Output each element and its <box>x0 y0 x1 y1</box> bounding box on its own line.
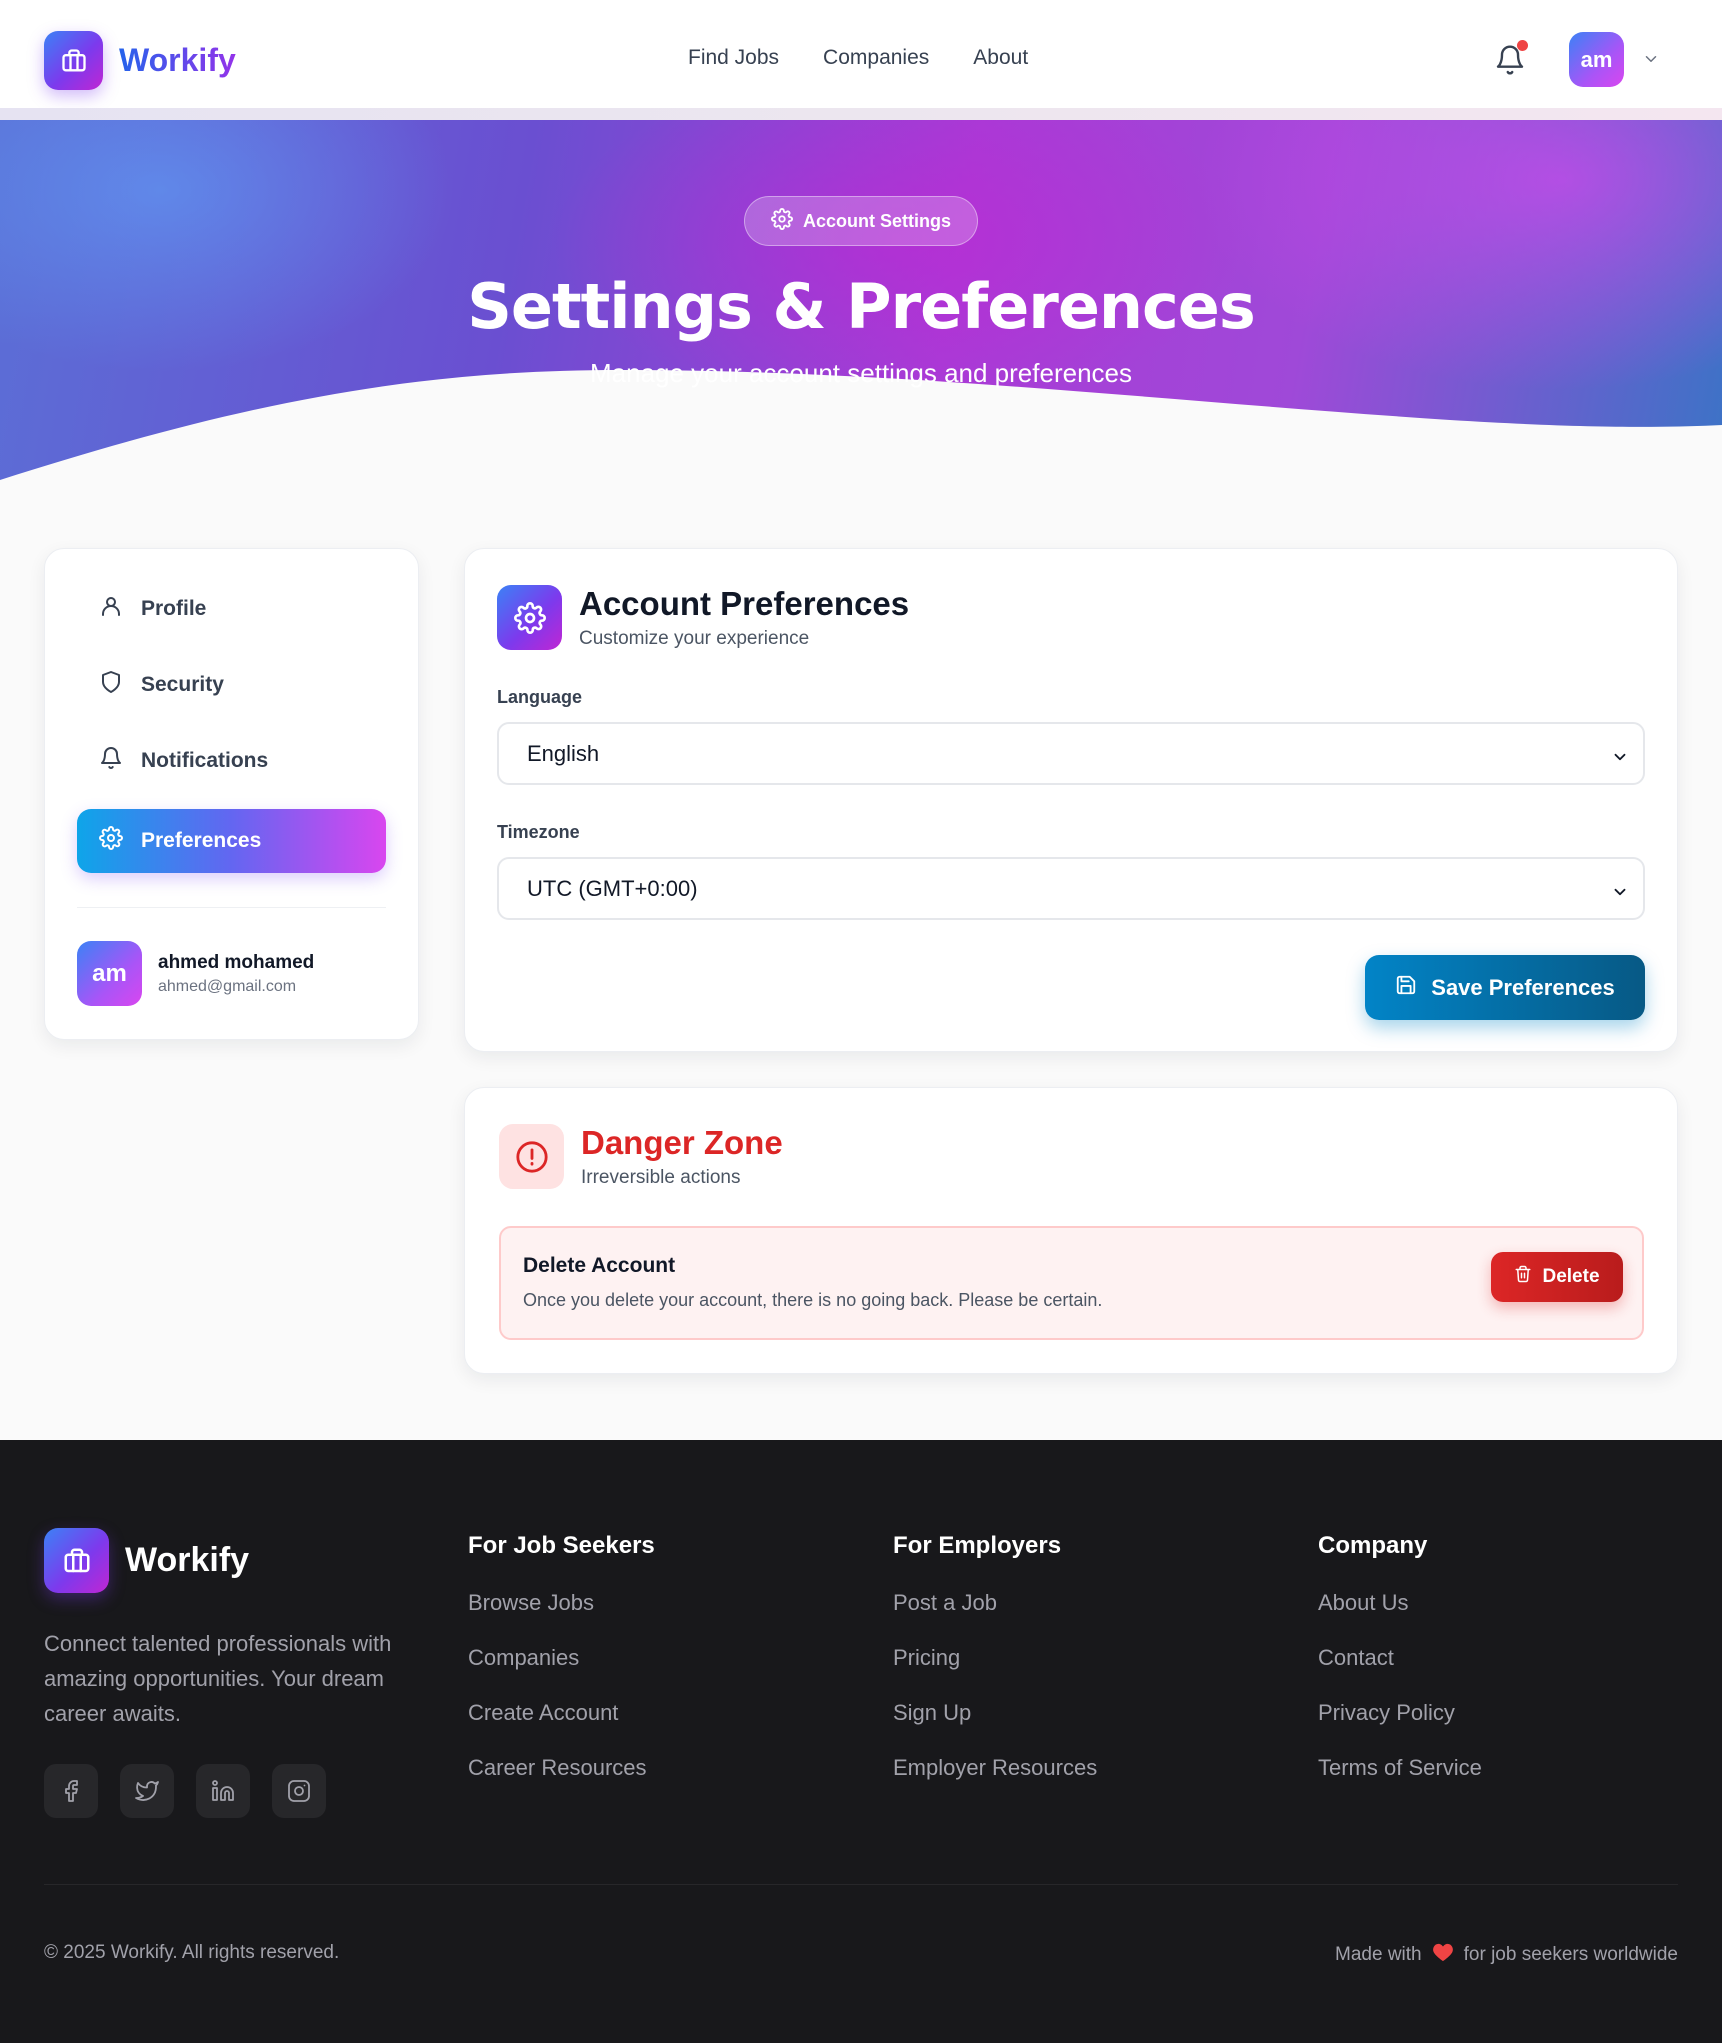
linkedin-icon[interactable] <box>196 1764 250 1818</box>
bell-icon <box>99 746 123 776</box>
top-header: Workify Find Jobs Companies About am <box>0 0 1722 110</box>
header-avatar[interactable]: am <box>1569 32 1624 87</box>
brand-name: Workify <box>119 42 236 78</box>
footer-column-title: For Employers <box>893 1532 1062 1559</box>
trash-icon <box>1514 1265 1532 1289</box>
gear-icon <box>771 207 793 235</box>
footer-divider <box>44 1884 1678 1885</box>
footer-link-pricing[interactable]: Pricing <box>893 1645 1097 1700</box>
gear-icon <box>99 826 123 856</box>
footer-column-title: For Job Seekers <box>468 1532 655 1559</box>
chevron-down-icon <box>1611 881 1629 899</box>
made-with-suffix: for job seekers worldwide <box>1463 1944 1678 1965</box>
notification-dot <box>1517 40 1528 51</box>
footer-link-privacy-policy[interactable]: Privacy Policy <box>1318 1700 1482 1755</box>
page-title: Settings & Preferences <box>467 270 1255 343</box>
footer-link-post-job[interactable]: Post a Job <box>893 1590 1097 1645</box>
footer-link-about-us[interactable]: About Us <box>1318 1590 1482 1645</box>
delete-account-title: Delete Account <box>523 1254 676 1277</box>
page-subtitle: Manage your account settings and prefere… <box>589 358 1132 388</box>
twitter-icon[interactable] <box>120 1764 174 1818</box>
avatar: am <box>77 941 142 1006</box>
alert-circle-icon <box>499 1124 564 1189</box>
brand-logo[interactable]: Workify <box>44 31 236 90</box>
footer-link-browse-jobs[interactable]: Browse Jobs <box>468 1590 655 1645</box>
instagram-icon[interactable] <box>272 1764 326 1818</box>
user-email: ahmed@gmail.com <box>158 977 297 995</box>
timezone-select[interactable]: UTC (GMT+0:00) <box>497 857 1645 920</box>
nav-about[interactable]: About <box>973 46 1028 70</box>
sidebar-divider <box>77 907 386 908</box>
sidebar-item-preferences[interactable]: Preferences <box>77 809 386 873</box>
site-footer: Workify Connect talented professionals w… <box>0 1440 1722 2043</box>
sidebar-user-card: am ahmed mohamed ahmed@gmail.com <box>77 941 314 1006</box>
made-with-love: Made with for job seekers worldwide <box>1335 1942 1678 1968</box>
settings-sidebar: Profile Security Notifications Preferenc… <box>44 548 419 1040</box>
save-icon <box>1395 974 1417 1002</box>
language-value: English <box>527 740 600 766</box>
timezone-label: Timezone <box>497 822 580 842</box>
footer-link-sign-up[interactable]: Sign Up <box>893 1700 1097 1755</box>
danger-title: Danger Zone <box>581 1124 783 1161</box>
card-title: Account Preferences <box>579 585 910 622</box>
sidebar-item-label: Preferences <box>141 829 262 852</box>
account-settings-badge: Account Settings <box>744 196 978 246</box>
footer-column-company: Company About Us Contact Privacy Policy … <box>1318 1532 1482 1810</box>
footer-link-terms[interactable]: Terms of Service <box>1318 1755 1482 1810</box>
nav-companies[interactable]: Companies <box>823 46 929 70</box>
account-preferences-card: Account Preferences Customize your exper… <box>464 548 1678 1052</box>
shield-icon <box>99 670 123 700</box>
footer-column-employers: For Employers Post a Job Pricing Sign Up… <box>893 1532 1097 1810</box>
footer-link-companies[interactable]: Companies <box>468 1645 655 1700</box>
danger-zone-card: Danger Zone Irreversible actions Delete … <box>464 1087 1678 1374</box>
footer-link-employer-resources[interactable]: Employer Resources <box>893 1755 1097 1810</box>
facebook-icon[interactable] <box>44 1764 98 1818</box>
delete-account-warning: Once you delete your account, there is n… <box>523 1290 1103 1310</box>
save-label: Save Preferences <box>1431 974 1615 1000</box>
footer-column-title: Company <box>1318 1532 1428 1559</box>
heart-icon <box>1432 1942 1454 1968</box>
badge-label: Account Settings <box>802 210 951 231</box>
sidebar-item-label: Security <box>141 673 224 696</box>
main-nav: Find Jobs Companies About <box>688 46 1028 70</box>
sidebar-item-label: Profile <box>141 597 207 620</box>
delete-account-panel: Delete Account Once you delete your acco… <box>499 1226 1644 1340</box>
sidebar-item-profile[interactable]: Profile <box>77 577 386 641</box>
language-select[interactable]: English <box>497 722 1645 785</box>
footer-link-career-resources[interactable]: Career Resources <box>468 1755 655 1810</box>
footer-brand-name: Workify <box>125 1541 250 1579</box>
card-subtitle: Customize your experience <box>579 628 810 649</box>
delete-account-button[interactable]: Delete <box>1491 1252 1623 1302</box>
language-label: Language <box>497 687 583 707</box>
chevron-down-icon[interactable] <box>1642 50 1660 68</box>
header-divider <box>0 108 1722 120</box>
footer-logo[interactable]: Workify <box>44 1528 249 1593</box>
hero-banner: Account Settings Settings & Preferences … <box>0 120 1722 480</box>
footer-link-create-account[interactable]: Create Account <box>468 1700 655 1755</box>
timezone-value: UTC (GMT+0:00) <box>527 875 698 901</box>
sidebar-item-label: Notifications <box>141 749 269 772</box>
briefcase-icon <box>44 1528 109 1593</box>
social-links <box>44 1764 326 1818</box>
footer-column-job-seekers: For Job Seekers Browse Jobs Companies Cr… <box>468 1532 655 1810</box>
chevron-down-icon <box>1611 746 1629 764</box>
sidebar-item-security[interactable]: Security <box>77 653 386 717</box>
gear-icon <box>497 585 562 650</box>
danger-subtitle: Irreversible actions <box>581 1167 741 1188</box>
footer-link-contact[interactable]: Contact <box>1318 1645 1482 1700</box>
save-preferences-button[interactable]: Save Preferences <box>1365 955 1645 1020</box>
user-name: ahmed mohamed <box>158 951 315 973</box>
delete-label: Delete <box>1542 1266 1600 1287</box>
nav-find-jobs[interactable]: Find Jobs <box>688 46 779 70</box>
briefcase-icon <box>44 31 103 90</box>
footer-description: Connect talented professionals with amaz… <box>44 1631 392 1726</box>
user-icon <box>99 594 123 624</box>
sidebar-item-notifications[interactable]: Notifications <box>77 729 386 793</box>
copyright: © 2025 Workify. All rights reserved. <box>44 1942 340 1963</box>
made-with-prefix: Made with <box>1335 1944 1422 1965</box>
